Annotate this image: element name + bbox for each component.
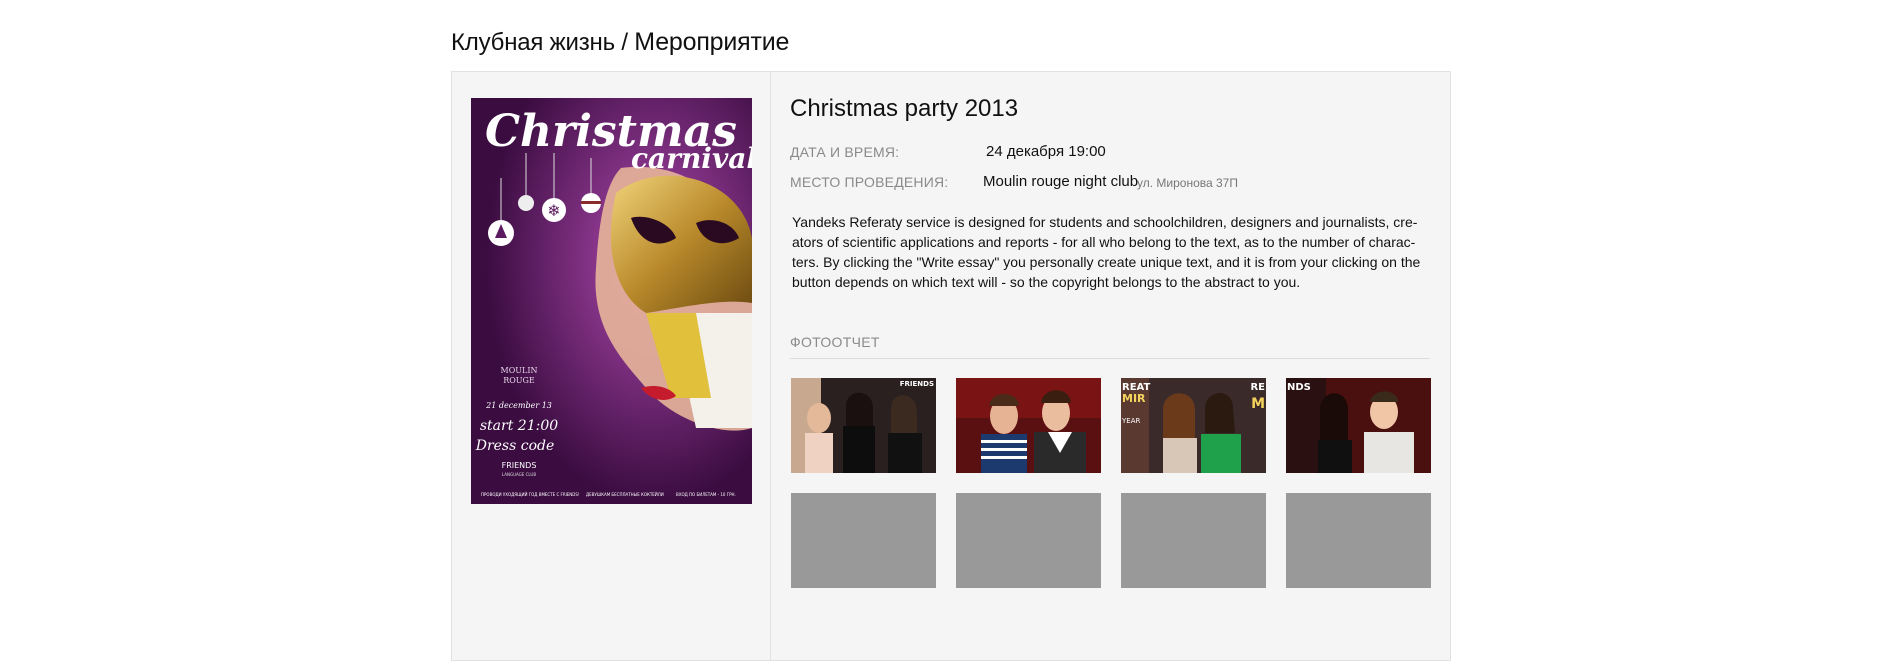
event-card: ❄ Christmas carnival MOULIN ROUGE 21 dec… (451, 71, 1451, 661)
poster-artwork: ❄ Christmas carnival MOULIN ROUGE 21 dec… (471, 98, 752, 504)
place-address: ул. Миронова 37П (1137, 176, 1238, 190)
date-value: 24 декабря 19:00 (986, 143, 1106, 160)
place-value[interactable]: Moulin rouge night club (983, 173, 1138, 190)
poster-footer-3: ВХОД ПО БИЛЕТАМ - 10 ГРН. (676, 492, 736, 497)
place-row: МЕСТО ПРОВЕДЕНИЯ: Moulin rouge night clu… (790, 173, 1238, 190)
date-row: ДАТА И ВРЕМЯ: 24 декабря 19:00 (790, 143, 1106, 160)
photo-thumb[interactable]: FRIENDS (791, 378, 936, 473)
breadcrumb: Клубная жизнь / Мероприятие (451, 28, 789, 57)
poster-footer-2: ДЕВУШКАМ БЕСПЛАТНЫЕ КОКТЕЙЛИ (586, 492, 664, 497)
date-label: ДАТА И ВРЕМЯ: (790, 144, 900, 160)
photo-report-divider (790, 358, 1430, 359)
poster-start: start 21:00 (480, 418, 558, 434)
description-line: ters. By clicking the "Write essay" you … (792, 254, 1421, 270)
poster-date: 21 december 13 (485, 401, 552, 410)
poster-partner-1: FRIENDS (502, 461, 537, 470)
column-divider (770, 72, 771, 660)
photo-placeholder[interactable] (791, 493, 936, 588)
event-title: Christmas party 2013 (790, 95, 1019, 122)
photo-thumb[interactable] (956, 378, 1101, 473)
photo-placeholder[interactable] (1286, 493, 1431, 588)
description-line: ators of scientific applications and rep… (792, 234, 1416, 250)
poster-club-2: ROUGE (503, 376, 535, 385)
photo-overlay-text: YEAR (1121, 417, 1140, 425)
photo-placeholder[interactable] (956, 493, 1101, 588)
place-label: МЕСТО ПРОВЕДЕНИЯ: (790, 174, 949, 190)
event-description: Yandeks Referaty service is designed for… (792, 212, 1432, 292)
description-line: Yandeks Referaty service is designed for… (792, 214, 1418, 230)
breadcrumb-parent-link[interactable]: Клубная жизнь (451, 29, 615, 56)
poster-headline-2: carnival (631, 142, 752, 175)
photo-overlay-text: MIR (1122, 392, 1146, 405)
poster-partner-2: LANGUAGE CLUB (502, 472, 536, 477)
photo-thumb[interactable]: REAT MIR YEAR RE M (1121, 378, 1266, 473)
poster-footer-1: ПРОВОДИ УХОДЯЩИЙ ГОД ВМЕСТЕ С FRIENDS! (481, 492, 580, 497)
poster-club-1: MOULIN (501, 366, 538, 375)
photo-overlay-text: FRIENDS (900, 380, 934, 388)
photo-overlay-text: NDS (1287, 382, 1311, 393)
event-poster[interactable]: ❄ Christmas carnival MOULIN ROUGE 21 dec… (471, 98, 752, 504)
breadcrumb-separator: / (621, 29, 628, 56)
photo-thumb[interactable]: NDS (1286, 378, 1431, 473)
photo-overlay-text: RE (1250, 382, 1265, 393)
photo-placeholder[interactable] (1121, 493, 1266, 588)
poster-dress-code: Dress code (475, 438, 555, 454)
photo-overlay-text: M (1251, 396, 1265, 412)
page-title: Мероприятие (634, 28, 790, 56)
svg-text:❄: ❄ (547, 201, 560, 220)
photo-report-heading: ФОТООТЧЕТ (790, 334, 880, 350)
description-line: button depends on which text will - so t… (792, 274, 1301, 290)
